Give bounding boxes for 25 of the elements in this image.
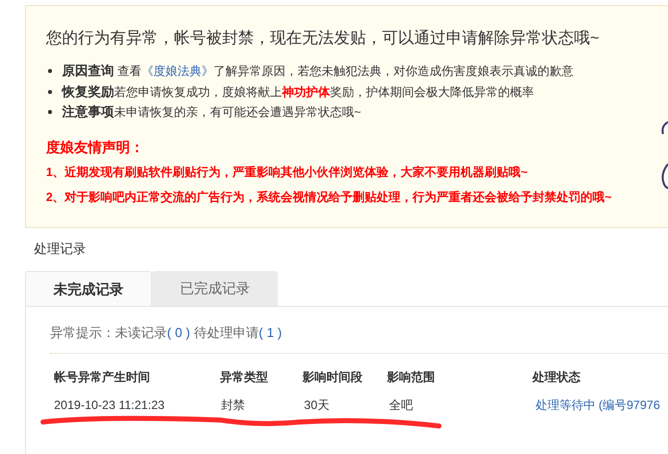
status-link[interactable]: 处理等待中 (编号97976 (535, 396, 660, 414)
decoration-drawing (660, 120, 668, 190)
bullet-icon (48, 110, 52, 114)
declaration-text: 1、近期发现有刷贴软件刷贴行为，严重影响其他小伙伴浏览体验，大家不要用机器刷贴哦~ (46, 164, 529, 180)
tab[interactable]: 已完成记录 (152, 271, 278, 306)
notice-item: 恢复奖励若您申请恢复成功，度娘将献上神功护体奖励，护体期间会极大降低异常的概率 (46, 82, 668, 102)
column-header: 影响时间段 (302, 369, 364, 386)
table-cell-text: 30天 (304, 397, 330, 414)
column-header: 影响范围 (386, 369, 436, 386)
table-cell-text: 封禁 (221, 397, 246, 414)
column-header: 帐号异常产生时间 (54, 369, 151, 386)
declaration-text: 2、对于影响吧内正常交流的广告行为，系统会视情况给予删贴处理，行为严重者还会被给予封禁处罚的哦~ (46, 188, 613, 206)
bullet-icon (48, 69, 52, 74)
column-header: 异常类型 (220, 369, 269, 386)
table-cell-text: 全吧 (389, 397, 414, 414)
notice-item: 原因查询 查看《度娘法典》了解异常原因，若您未触犯法典，对你造成伤害度娘表示真诚的歉意 (46, 61, 668, 82)
bullet-icon (48, 90, 52, 94)
declaration-title: 度娘友情声明： (46, 138, 145, 156)
section-title: 处理记录 (34, 240, 87, 258)
tab[interactable]: 未完成记录 (25, 271, 152, 306)
notice-item: 注意事项未申请恢复的亲，有可能还会遭遇异常状态哦~ (46, 102, 668, 122)
table-cell-text: 2019-10-23 11:21:23 (54, 397, 166, 414)
column-header: 处理状态 (532, 369, 582, 386)
notice-title: 您的行为有异常，帐号被封禁，现在无法发贴，可以通过申请解除异常状态哦~ (46, 28, 600, 49)
alert-text: 异常提示：未读记录( 0 ) 待处理申请( 1 ) (50, 307, 668, 354)
